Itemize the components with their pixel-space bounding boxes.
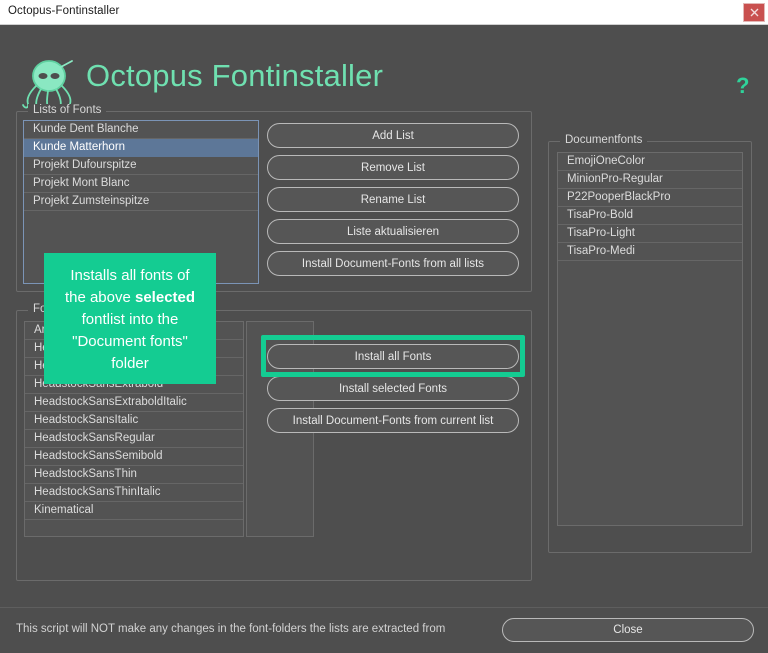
tooltip-line-3: fontlist into the (81, 311, 179, 328)
documentfonts-listbox[interactable]: EmojiOneColor MinionPro-Regular P22Poope… (557, 152, 743, 526)
documentfonts-group: Documentfonts EmojiOneColor MinionPro-Re… (548, 134, 752, 553)
footer-divider (0, 607, 768, 608)
close-window-button[interactable] (743, 3, 765, 22)
install-all-fonts-button[interactable]: Install all Fonts (267, 344, 519, 369)
tooltip-line-5: folder (111, 355, 149, 372)
tooltip-callout: Installs all fonts of the above selected… (44, 253, 216, 384)
list-item[interactable]: Kunde Dent Blanche (24, 121, 258, 139)
list-item[interactable]: TisaPro-Medi (558, 243, 742, 261)
list-item[interactable]: Kinematical (25, 502, 243, 520)
rename-list-button[interactable]: Rename List (267, 187, 519, 212)
list-item[interactable]: HeadstockSansItalic (25, 412, 243, 430)
list-item[interactable]: Projekt Mont Blanc (24, 175, 258, 193)
list-item[interactable]: Kunde Matterhorn (24, 139, 258, 157)
list-item[interactable]: TisaPro-Light (558, 225, 742, 243)
list-item[interactable]: HeadstockSansSemibold (25, 448, 243, 466)
lists-of-fonts-group-label: Lists of Fonts (28, 104, 107, 116)
list-item[interactable]: HeadstockSansThinItalic (25, 484, 243, 502)
close-icon (750, 8, 758, 17)
window-body: Octopus Fontinstaller ? Lists of Fonts K… (0, 25, 768, 653)
application-window: Octopus-Fontinstaller Octopus Fontinstal… (0, 0, 768, 653)
window-title: Octopus-Fontinstaller (8, 5, 120, 17)
page-title: Octopus Fontinstaller (86, 58, 384, 93)
tooltip-line-2-bold: selected (135, 289, 196, 306)
tooltip-line-2: the above selected (50, 287, 210, 309)
footer-note: This script will NOT make any changes in… (16, 623, 446, 635)
documentfonts-group-label: Documentfonts (560, 134, 648, 146)
install-document-fonts-all-lists-button[interactable]: Install Document-Fonts from all lists (267, 251, 519, 276)
tooltip-line-2-prefix: the above (64, 289, 135, 306)
tooltip-line-1: Installs all fonts of (70, 267, 190, 284)
list-item[interactable]: HeadstockSansExtraboldItalic (25, 394, 243, 412)
add-list-button[interactable]: Add List (267, 123, 519, 148)
list-item[interactable]: P22PooperBlackPro (558, 189, 742, 207)
refresh-list-button[interactable]: Liste aktualisieren (267, 219, 519, 244)
list-item[interactable]: Projekt Zumsteinspitze (24, 193, 258, 211)
close-button[interactable]: Close (502, 618, 754, 642)
list-item[interactable]: HeadstockSansRegular (25, 430, 243, 448)
help-icon[interactable]: ? (736, 73, 749, 99)
list-item[interactable]: EmojiOneColor (558, 153, 742, 171)
install-document-fonts-current-list-button[interactable]: Install Document-Fonts from current list (267, 408, 519, 433)
list-item[interactable]: TisaPro-Bold (558, 207, 742, 225)
list-item[interactable]: HeadstockSansThin (25, 466, 243, 484)
tooltip-line-4: "Document fonts" (72, 333, 188, 350)
list-item[interactable]: Projekt Dufourspitze (24, 157, 258, 175)
list-item[interactable]: MinionPro-Regular (558, 171, 742, 189)
remove-list-button[interactable]: Remove List (267, 155, 519, 180)
install-selected-fonts-button[interactable]: Install selected Fonts (267, 376, 519, 401)
title-bar: Octopus-Fontinstaller (0, 0, 768, 25)
